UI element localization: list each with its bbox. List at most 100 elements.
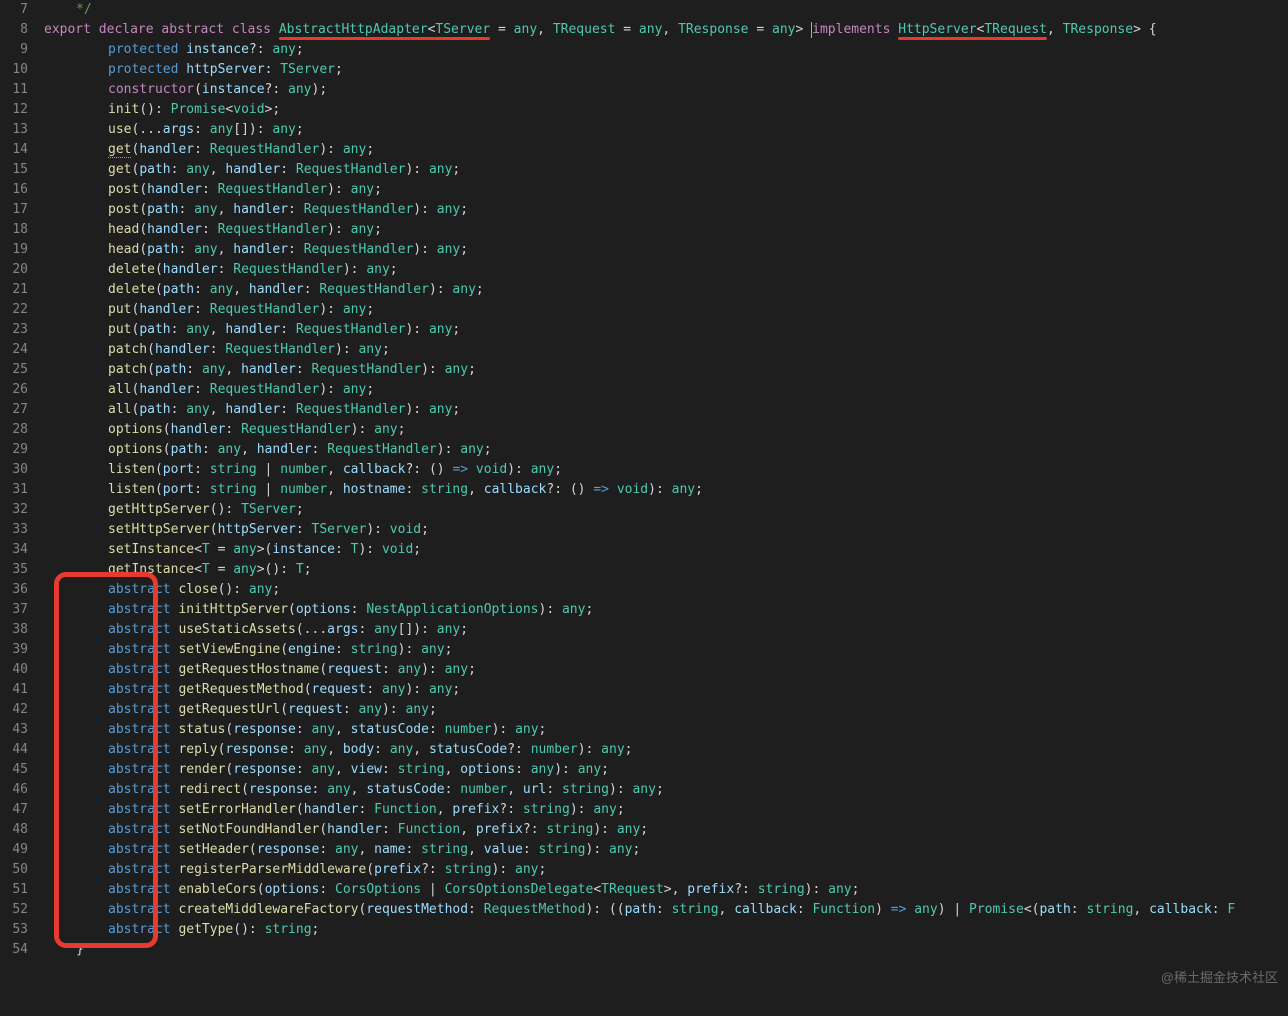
line-number: 25	[0, 360, 28, 380]
line-number: 16	[0, 180, 28, 200]
line-number: 8	[0, 20, 28, 40]
line-number: 29	[0, 440, 28, 460]
line-number: 42	[0, 700, 28, 720]
line-number: 27	[0, 400, 28, 420]
code-line[interactable]: init(): Promise<void>;	[44, 100, 1288, 120]
line-number: 18	[0, 220, 28, 240]
line-number: 12	[0, 100, 28, 120]
code-line[interactable]: put(handler: RequestHandler): any;	[44, 300, 1288, 320]
code-line[interactable]: all(handler: RequestHandler): any;	[44, 380, 1288, 400]
code-line[interactable]: abstract setViewEngine(engine: string): …	[44, 640, 1288, 660]
line-number: 28	[0, 420, 28, 440]
line-number: 33	[0, 520, 28, 540]
code-line[interactable]: options(handler: RequestHandler): any;	[44, 420, 1288, 440]
line-number: 54	[0, 940, 28, 960]
code-line[interactable]: abstract redirect(response: any, statusC…	[44, 780, 1288, 800]
line-number: 21	[0, 280, 28, 300]
code-line[interactable]: head(path: any, handler: RequestHandler)…	[44, 240, 1288, 260]
code-line[interactable]: abstract useStaticAssets(...args: any[])…	[44, 620, 1288, 640]
code-line[interactable]: abstract createMiddlewareFactory(request…	[44, 900, 1288, 920]
line-number: 48	[0, 820, 28, 840]
code-line[interactable]: */	[44, 0, 1288, 20]
line-number: 15	[0, 160, 28, 180]
line-number: 43	[0, 720, 28, 740]
line-number: 45	[0, 760, 28, 780]
line-number: 7	[0, 0, 28, 20]
code-line[interactable]: delete(path: any, handler: RequestHandle…	[44, 280, 1288, 300]
code-line[interactable]: all(path: any, handler: RequestHandler):…	[44, 400, 1288, 420]
line-number: 37	[0, 600, 28, 620]
code-line[interactable]: post(path: any, handler: RequestHandler)…	[44, 200, 1288, 220]
line-number: 26	[0, 380, 28, 400]
code-editor[interactable]: 7891011121314151617181920212223242526272…	[0, 0, 1288, 1016]
line-number: 39	[0, 640, 28, 660]
line-number: 51	[0, 880, 28, 900]
code-line[interactable]: put(path: any, handler: RequestHandler):…	[44, 320, 1288, 340]
line-number: 30	[0, 460, 28, 480]
line-number: 20	[0, 260, 28, 280]
line-number: 52	[0, 900, 28, 920]
code-line[interactable]: post(handler: RequestHandler): any;	[44, 180, 1288, 200]
line-number: 36	[0, 580, 28, 600]
code-line[interactable]: get(handler: RequestHandler): any;	[44, 140, 1288, 160]
line-number-gutter: 7891011121314151617181920212223242526272…	[0, 0, 42, 1016]
line-number: 13	[0, 120, 28, 140]
line-number: 38	[0, 620, 28, 640]
line-number: 31	[0, 480, 28, 500]
line-number: 10	[0, 60, 28, 80]
code-line[interactable]: abstract setErrorHandler(handler: Functi…	[44, 800, 1288, 820]
watermark-text: @稀土掘金技术社区	[1161, 968, 1278, 988]
code-line[interactable]: abstract render(response: any, view: str…	[44, 760, 1288, 780]
line-number: 46	[0, 780, 28, 800]
code-line[interactable]: abstract getRequestHostname(request: any…	[44, 660, 1288, 680]
line-number: 49	[0, 840, 28, 860]
code-line[interactable]: delete(handler: RequestHandler): any;	[44, 260, 1288, 280]
code-line[interactable]: abstract status(response: any, statusCod…	[44, 720, 1288, 740]
code-line[interactable]: setInstance<T = any>(instance: T): void;	[44, 540, 1288, 560]
code-line[interactable]: options(path: any, handler: RequestHandl…	[44, 440, 1288, 460]
code-line[interactable]: export declare abstract class AbstractHt…	[44, 20, 1288, 40]
code-line[interactable]: listen(port: string | number, hostname: …	[44, 480, 1288, 500]
code-line[interactable]: patch(handler: RequestHandler): any;	[44, 340, 1288, 360]
code-line[interactable]: head(handler: RequestHandler): any;	[44, 220, 1288, 240]
line-number: 22	[0, 300, 28, 320]
code-line[interactable]: abstract registerParserMiddleware(prefix…	[44, 860, 1288, 880]
code-line[interactable]: abstract getType(): string;	[44, 920, 1288, 940]
line-number: 24	[0, 340, 28, 360]
code-line[interactable]: abstract getRequestUrl(request: any): an…	[44, 700, 1288, 720]
line-number: 50	[0, 860, 28, 880]
line-number: 40	[0, 660, 28, 680]
line-number: 14	[0, 140, 28, 160]
code-line[interactable]: getInstance<T = any>(): T;	[44, 560, 1288, 580]
line-number: 34	[0, 540, 28, 560]
code-line[interactable]: protected httpServer: TServer;	[44, 60, 1288, 80]
code-line[interactable]: abstract enableCors(options: CorsOptions…	[44, 880, 1288, 900]
code-area[interactable]: */export declare abstract class Abstract…	[42, 0, 1288, 1016]
line-number: 47	[0, 800, 28, 820]
line-number: 53	[0, 920, 28, 940]
code-line[interactable]: abstract setHeader(response: any, name: …	[44, 840, 1288, 860]
line-number: 44	[0, 740, 28, 760]
line-number: 9	[0, 40, 28, 60]
line-number: 19	[0, 240, 28, 260]
code-line[interactable]: constructor(instance?: any);	[44, 80, 1288, 100]
code-line[interactable]: setHttpServer(httpServer: TServer): void…	[44, 520, 1288, 540]
line-number: 32	[0, 500, 28, 520]
code-line[interactable]: patch(path: any, handler: RequestHandler…	[44, 360, 1288, 380]
code-line[interactable]: abstract reply(response: any, body: any,…	[44, 740, 1288, 760]
line-number: 41	[0, 680, 28, 700]
code-line[interactable]: abstract getRequestMethod(request: any):…	[44, 680, 1288, 700]
code-line[interactable]: }	[44, 940, 1288, 960]
code-line[interactable]: abstract initHttpServer(options: NestApp…	[44, 600, 1288, 620]
code-line[interactable]: use(...args: any[]): any;	[44, 120, 1288, 140]
code-line[interactable]: listen(port: string | number, callback?:…	[44, 460, 1288, 480]
line-number: 23	[0, 320, 28, 340]
line-number: 17	[0, 200, 28, 220]
line-number: 35	[0, 560, 28, 580]
code-line[interactable]: protected instance?: any;	[44, 40, 1288, 60]
code-line[interactable]: get(path: any, handler: RequestHandler):…	[44, 160, 1288, 180]
code-line[interactable]: abstract setNotFoundHandler(handler: Fun…	[44, 820, 1288, 840]
code-line[interactable]: getHttpServer(): TServer;	[44, 500, 1288, 520]
code-line[interactable]: abstract close(): any;	[44, 580, 1288, 600]
line-number: 11	[0, 80, 28, 100]
